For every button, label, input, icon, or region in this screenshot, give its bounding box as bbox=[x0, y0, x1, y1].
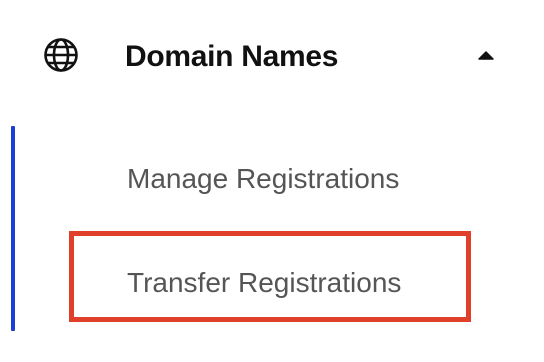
globe-icon bbox=[42, 36, 80, 74]
domain-names-section-header[interactable]: Domain Names bbox=[0, 24, 544, 92]
sidebar-nav: Domain Names Manage Registrations Transf… bbox=[0, 0, 544, 362]
active-section-indicator bbox=[11, 126, 15, 331]
caret-up-icon[interactable] bbox=[476, 48, 496, 62]
nav-item-transfer-registrations[interactable]: Transfer Registrations bbox=[127, 266, 401, 300]
nav-item-manage-registrations[interactable]: Manage Registrations bbox=[127, 162, 399, 196]
section-title: Domain Names bbox=[125, 40, 339, 73]
